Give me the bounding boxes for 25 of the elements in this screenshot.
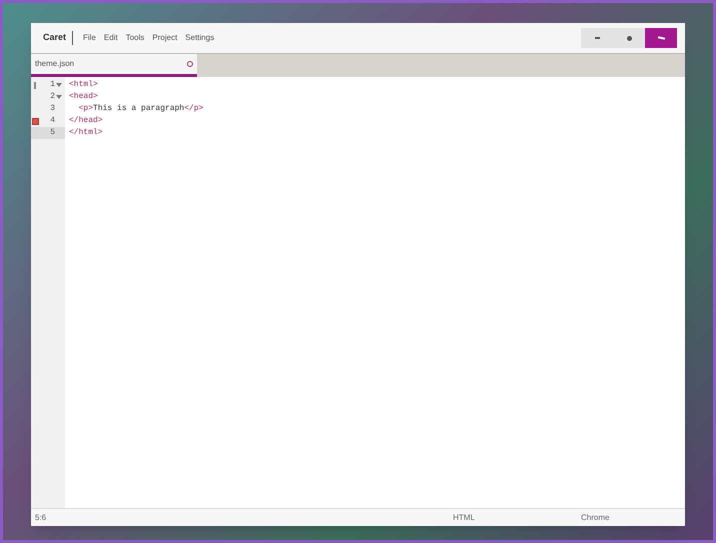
code-line: <p>This is a paragraph</p> <box>78 103 204 115</box>
line-number: 1 <box>49 79 55 91</box>
tab-close-icon[interactable] <box>187 61 193 67</box>
line-number: 4 <box>49 115 55 127</box>
menu-item[interactable]: File <box>79 32 100 44</box>
line-number: 5 <box>49 127 55 139</box>
maximize-button[interactable] <box>613 28 645 48</box>
language-mode: HTML <box>453 512 476 524</box>
code-line: </html> <box>69 127 104 139</box>
line-number: 2 <box>49 91 55 103</box>
menu-item[interactable]: Edit <box>100 32 122 44</box>
cursor-position: 5:6 <box>35 512 46 524</box>
close-button[interactable] <box>645 28 677 48</box>
menu-item[interactable]: Tools <box>122 32 148 44</box>
file-tab[interactable]: theme.json <box>31 54 197 77</box>
menu-item[interactable]: Settings <box>181 32 218 44</box>
theme-name: Chrome <box>581 512 610 524</box>
app-name: Caret <box>43 31 74 45</box>
menu-item[interactable]: Project <box>148 32 182 44</box>
fold-arrow-icon[interactable] <box>56 83 62 87</box>
code-line: <head> <box>69 91 99 103</box>
code-line: </head> <box>69 115 104 127</box>
fold-arrow-icon[interactable] <box>56 95 62 99</box>
code-line: <html> <box>69 79 99 91</box>
line-number: 3 <box>49 103 55 115</box>
